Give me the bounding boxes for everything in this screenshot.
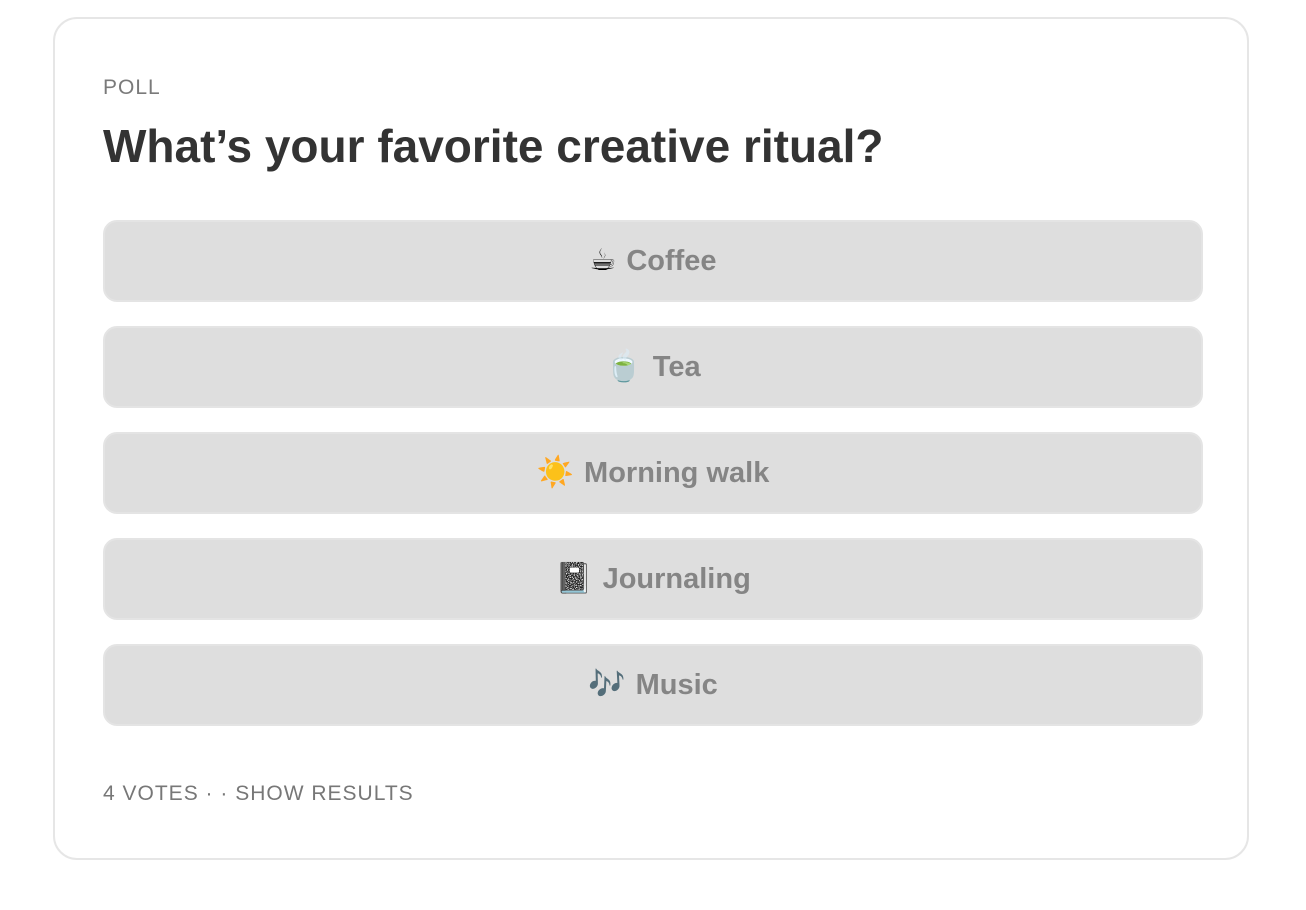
poll-option-morning-walk[interactable]: ☀️ Morning walk <box>103 432 1203 514</box>
poll-card: POLL What’s your favorite creative ritua… <box>53 17 1249 860</box>
poll-option-coffee[interactable]: ☕ Coffee <box>103 220 1203 302</box>
poll-option-label: Morning walk <box>584 456 770 489</box>
poll-option-label: Coffee <box>626 244 717 277</box>
poll-kicker: POLL <box>103 76 161 99</box>
music-notes-icon: 🎶 <box>588 667 626 702</box>
poll-option-label: Music <box>635 668 718 701</box>
tea-cup-icon: 🍵 <box>605 349 643 384</box>
poll-option-tea[interactable]: 🍵 Tea <box>103 326 1203 408</box>
notebook-icon: 📓 <box>555 561 593 596</box>
coffee-cup-icon: ☕ <box>589 243 617 278</box>
poll-option-journaling[interactable]: 📓 Journaling <box>103 538 1203 620</box>
show-results-link[interactable]: SHOW RESULTS <box>235 782 413 805</box>
poll-option-label: Tea <box>652 350 701 383</box>
poll-footer: 4 VOTES · · SHOW RESULTS <box>103 783 414 804</box>
poll-options: ☕ Coffee 🍵 Tea ☀️ Morning walk 📓 Journal… <box>103 220 1203 750</box>
vote-count: 4 VOTES <box>103 782 199 805</box>
poll-question: What’s your favorite creative ritual? <box>103 120 884 172</box>
footer-separator: · · <box>198 782 236 805</box>
sun-icon: ☀️ <box>536 455 575 490</box>
poll-option-music[interactable]: 🎶 Music <box>103 644 1203 726</box>
poll-option-label: Journaling <box>602 562 751 595</box>
